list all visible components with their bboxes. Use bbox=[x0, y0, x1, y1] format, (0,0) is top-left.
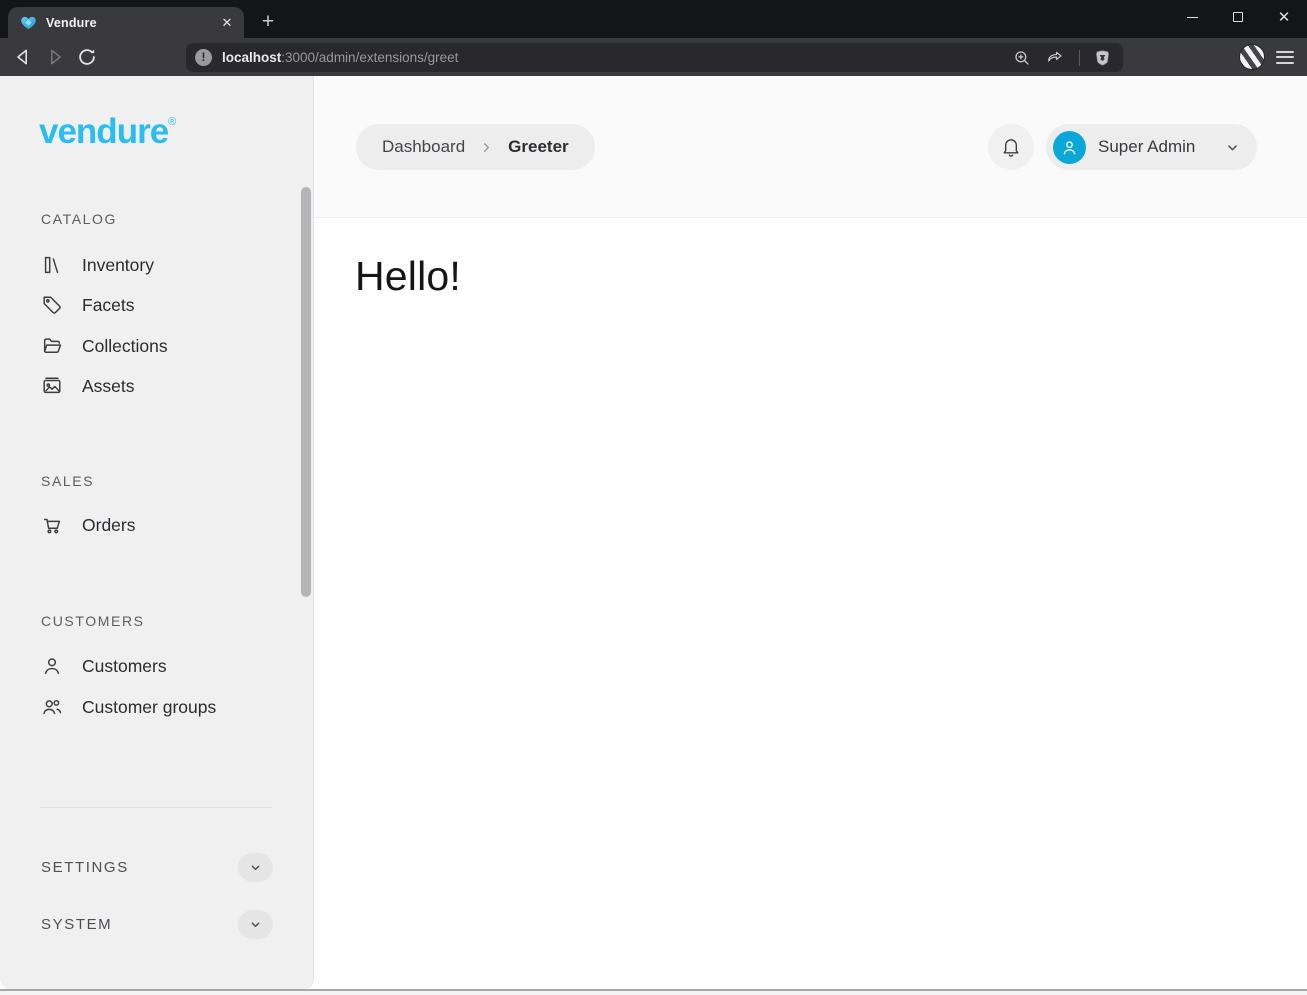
user-menu-button[interactable]: Super Admin bbox=[1046, 124, 1257, 170]
sidebar-item-collections[interactable]: Collections bbox=[41, 332, 168, 360]
close-window-button[interactable]: ✕ bbox=[1261, 0, 1307, 34]
toolbar-divider bbox=[1079, 50, 1080, 66]
maximize-icon bbox=[1233, 12, 1243, 22]
breadcrumb-dashboard-link[interactable]: Dashboard bbox=[382, 137, 465, 157]
chevron-right-icon bbox=[479, 140, 494, 155]
vendure-admin-page: vendure® CATALOG Inventory Facets Collec… bbox=[0, 76, 1307, 989]
section-label-customers: CUSTOMERS bbox=[41, 613, 145, 629]
sidebar-section-system[interactable]: SYSTEM bbox=[41, 909, 273, 939]
new-tab-button[interactable]: + bbox=[256, 11, 280, 35]
profile-avatar[interactable] bbox=[1239, 44, 1265, 70]
forward-button[interactable] bbox=[44, 46, 66, 68]
sidebar-item-inventory[interactable]: Inventory bbox=[41, 251, 154, 279]
notifications-button[interactable] bbox=[988, 124, 1034, 170]
folder-icon bbox=[41, 335, 63, 357]
browser-titlebar: Vendure ✕ + ✕ bbox=[0, 0, 1307, 38]
bell-icon bbox=[1000, 136, 1022, 158]
browser-menu-icon[interactable] bbox=[1276, 47, 1294, 67]
tab-close-icon[interactable]: ✕ bbox=[218, 14, 236, 32]
chevron-down-icon bbox=[1224, 139, 1241, 156]
vendure-favicon bbox=[20, 14, 37, 31]
minimize-button[interactable] bbox=[1169, 0, 1215, 34]
content-area: Hello! bbox=[315, 219, 1307, 989]
system-expand-button[interactable] bbox=[238, 910, 273, 939]
browser-tab[interactable]: Vendure ✕ bbox=[8, 7, 244, 38]
user-name: Super Admin bbox=[1098, 137, 1212, 157]
brave-shield-icon[interactable] bbox=[1094, 48, 1111, 67]
url-host: localhost bbox=[222, 50, 281, 65]
main-area: Dashboard Greeter Super Admin Hel bbox=[315, 76, 1307, 989]
sidebar-item-assets[interactable]: Assets bbox=[41, 372, 135, 400]
section-label-catalog: CATALOG bbox=[41, 211, 117, 227]
sidebar-section-settings[interactable]: SETTINGS bbox=[41, 852, 273, 882]
share-icon[interactable] bbox=[1045, 49, 1065, 67]
chevron-down-icon bbox=[248, 860, 263, 875]
window-bottom-edge bbox=[0, 989, 1307, 995]
site-info-icon[interactable]: ! bbox=[195, 49, 212, 66]
sidebar-item-customers[interactable]: Customers bbox=[41, 652, 167, 680]
breadcrumb: Dashboard Greeter bbox=[356, 124, 595, 170]
sidebar-divider bbox=[40, 807, 272, 808]
settings-expand-button[interactable] bbox=[238, 853, 273, 882]
chevron-down-icon bbox=[248, 917, 263, 932]
users-icon bbox=[41, 696, 63, 718]
urlbar-actions bbox=[1013, 48, 1111, 67]
cart-icon bbox=[41, 514, 63, 536]
vendure-logo[interactable]: vendure® bbox=[39, 112, 176, 152]
address-bar[interactable]: ! localhost:3000/admin/extensions/greet bbox=[186, 43, 1123, 72]
close-icon: ✕ bbox=[1278, 10, 1291, 25]
sidebar-scrollbar[interactable] bbox=[301, 187, 311, 597]
tab-title: Vendure bbox=[46, 16, 218, 30]
tag-icon bbox=[41, 294, 63, 316]
image-icon bbox=[41, 375, 63, 397]
sidebar-item-orders[interactable]: Orders bbox=[41, 511, 135, 539]
browser-toolbar: ! localhost:3000/admin/extensions/greet bbox=[0, 38, 1307, 76]
page-title: Hello! bbox=[355, 253, 461, 300]
registered-mark: ® bbox=[168, 116, 176, 128]
minimize-icon bbox=[1187, 17, 1198, 18]
user-icon bbox=[1060, 138, 1079, 157]
window-controls: ✕ bbox=[1169, 0, 1307, 38]
sidebar-item-customer-groups[interactable]: Customer groups bbox=[41, 693, 216, 721]
url-path: :3000/admin/extensions/greet bbox=[281, 50, 458, 65]
breadcrumb-current: Greeter bbox=[508, 137, 568, 157]
reload-button[interactable] bbox=[76, 46, 98, 68]
maximize-button[interactable] bbox=[1215, 0, 1261, 34]
page-header: Dashboard Greeter Super Admin bbox=[315, 76, 1307, 218]
back-button[interactable] bbox=[12, 46, 34, 68]
url-text[interactable]: localhost:3000/admin/extensions/greet bbox=[222, 50, 1013, 65]
user-avatar bbox=[1053, 131, 1086, 164]
section-label-sales: SALES bbox=[41, 473, 94, 489]
sidebar: vendure® CATALOG Inventory Facets Collec… bbox=[0, 76, 314, 989]
library-icon bbox=[41, 254, 63, 276]
user-icon bbox=[41, 655, 63, 677]
sidebar-item-facets[interactable]: Facets bbox=[41, 291, 135, 319]
zoom-icon[interactable] bbox=[1013, 49, 1031, 67]
